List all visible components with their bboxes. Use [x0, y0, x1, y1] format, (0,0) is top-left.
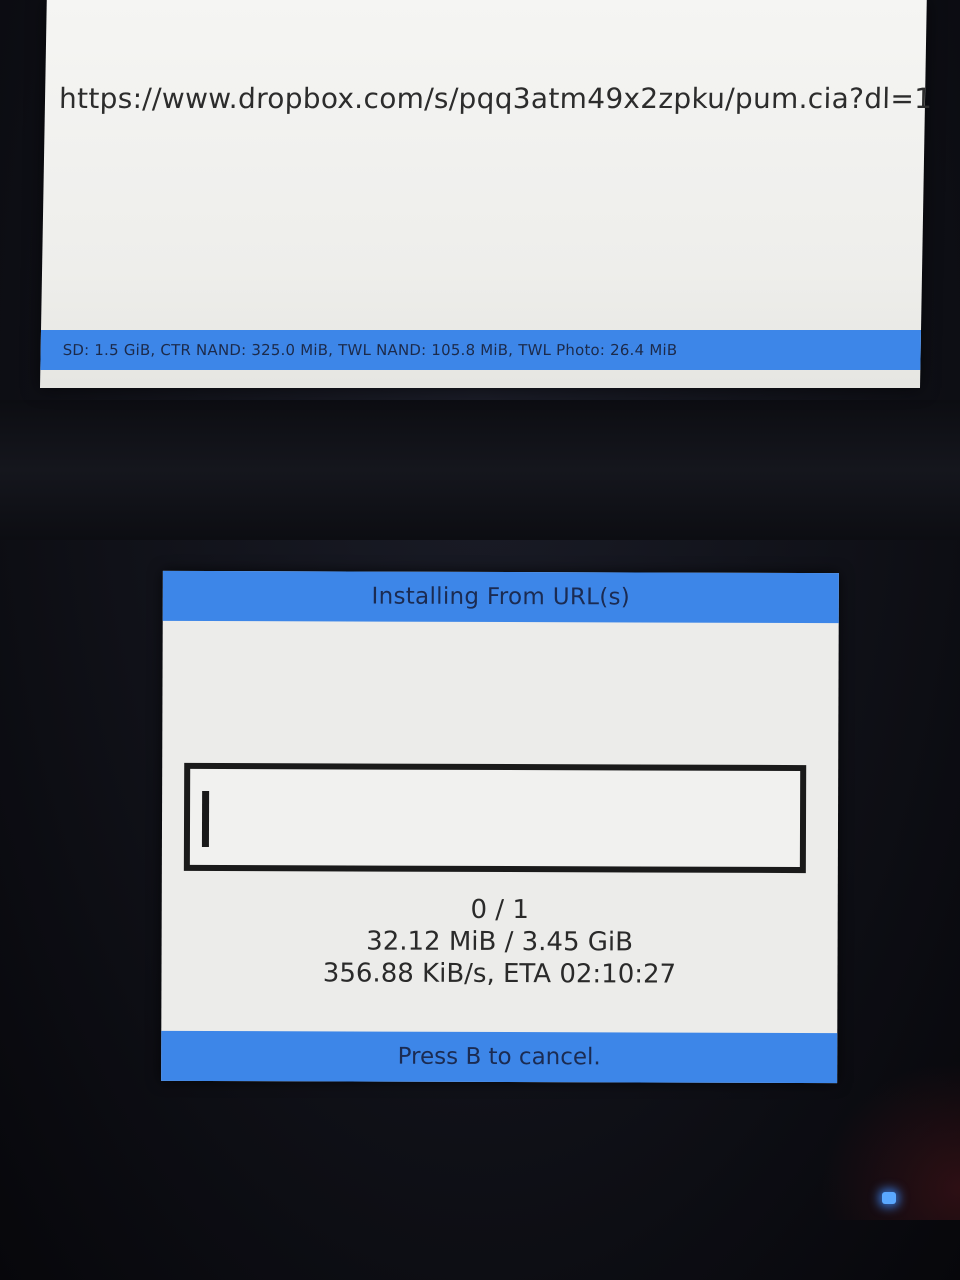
- size-progress: 32.12 MiB / 3.45 GiB: [366, 926, 634, 958]
- progress-bar: [183, 762, 807, 874]
- hinge-area: [0, 400, 960, 540]
- progress-bar-fill: [201, 790, 210, 847]
- top-screen: https://www.dropbox.com/s/pqq3atm49x2zpk…: [40, 0, 933, 388]
- speed-eta: 356.88 KiB/s, ETA 02:10:27: [322, 958, 677, 990]
- url-text: https://www.dropbox.com/s/pqq3atm49x2zpk…: [58, 82, 933, 115]
- device-body: https://www.dropbox.com/s/pqq3atm49x2zpk…: [0, 0, 960, 1280]
- cancel-hint[interactable]: Press B to cancel.: [398, 1044, 601, 1071]
- bottom-screen: Installing From URL(s) 0 / 1 32.12 MiB /…: [161, 570, 839, 1084]
- item-count: 0 / 1: [470, 894, 529, 926]
- dialog-title: Installing From URL(s): [371, 583, 631, 611]
- storage-status-text: SD: 1.5 GiB, CTR NAND: 325.0 MiB, TWL NA…: [62, 341, 678, 359]
- power-led-icon: [882, 1192, 896, 1204]
- title-bar: Installing From URL(s): [162, 570, 839, 624]
- install-info: 0 / 1 32.12 MiB / 3.45 GiB 356.88 KiB/s,…: [161, 893, 837, 991]
- footer-bar: Press B to cancel.: [161, 1030, 838, 1084]
- storage-status-bar: SD: 1.5 GiB, CTR NAND: 325.0 MiB, TWL NA…: [40, 330, 922, 370]
